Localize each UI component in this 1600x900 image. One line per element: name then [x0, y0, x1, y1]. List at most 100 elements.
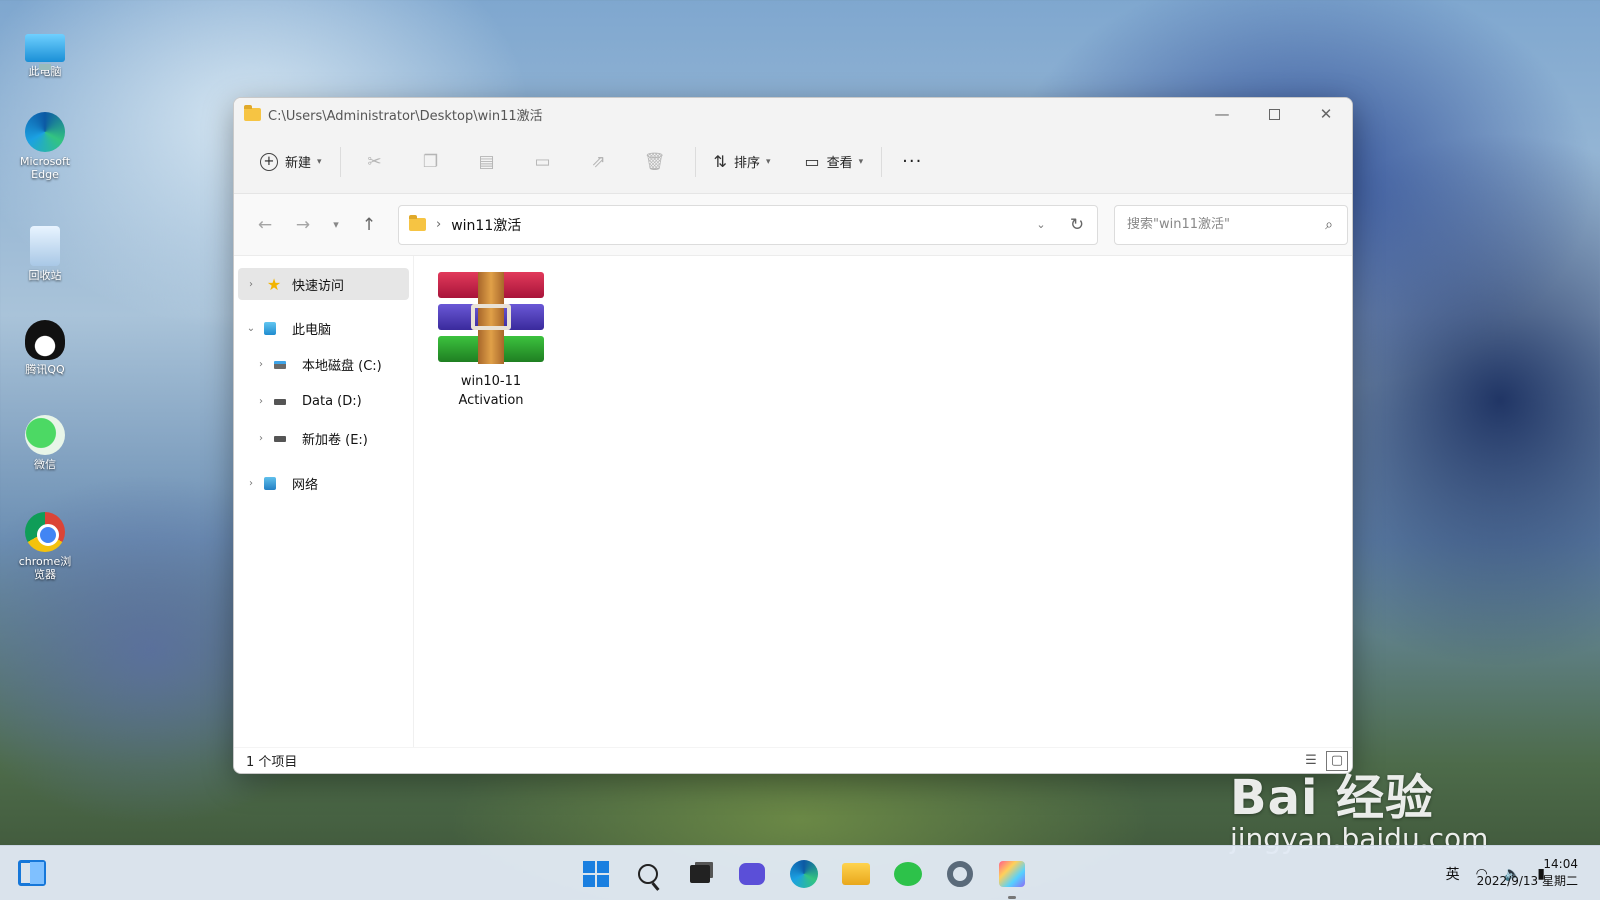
desktop-icon-label: 回收站: [28, 269, 62, 282]
minimize-button[interactable]: —: [1196, 98, 1248, 130]
status-bar: 1 个项目 ☰ ▢: [234, 747, 1352, 773]
file-item[interactable]: win10-11 Activation: [432, 272, 550, 410]
sidebar-item-label: 此电脑: [292, 322, 332, 338]
sidebar-item-drive-d[interactable]: › Data (D:): [238, 385, 409, 418]
plus-icon: +: [260, 152, 278, 171]
clock[interactable]: 14:04 2022/9/13 星期二: [1477, 856, 1578, 890]
file-explorer-icon: [842, 863, 870, 885]
computer-icon: [264, 321, 276, 335]
window-title: C:\Users\Administrator\Desktop\win11激活: [268, 108, 543, 124]
sidebar-item-network[interactable]: › 网络: [238, 467, 409, 499]
desktop-icon-wechat[interactable]: 微信: [14, 415, 76, 471]
divider: [881, 146, 883, 177]
desktop-icon-label: chrome浏览器: [18, 555, 72, 581]
file-name-line-1: win10-11: [460, 374, 522, 389]
close-button[interactable]: ✕: [1300, 98, 1352, 130]
desktop-icon-label: 微信: [34, 458, 56, 471]
taskbar-edge-button[interactable]: [783, 853, 825, 895]
start-button[interactable]: [575, 853, 617, 895]
desktop-icon-this-pc[interactable]: 此电脑: [14, 28, 76, 78]
chevron-right-icon[interactable]: ›: [248, 359, 274, 370]
star-icon: ★: [266, 274, 282, 294]
delete-button[interactable]: 🗑: [633, 145, 677, 179]
taskbar-wechat-button[interactable]: [887, 853, 929, 895]
address-dropdown-button[interactable]: ⌄: [1025, 218, 1057, 231]
sidebar-item-label: Data (D:): [302, 394, 362, 409]
file-name-line-2: Activation: [458, 393, 524, 408]
address-bar[interactable]: › win11激活 ⌄ ↻: [398, 204, 1098, 245]
chevron-right-icon[interactable]: ›: [238, 478, 264, 489]
folder-icon: [409, 215, 426, 231]
share-icon: ⇗: [591, 151, 606, 172]
new-button[interactable]: + 新建 ▾: [254, 145, 328, 179]
file-list[interactable]: win10-11 Activation: [414, 256, 1352, 747]
sort-icon: ⇅: [713, 152, 727, 171]
desktop-icon-label: 腾讯QQ: [25, 363, 65, 376]
navigation-bar: ← → ▾ ↑ › win11激活 ⌄ ↻ ⌕: [234, 194, 1352, 256]
wechat-icon: [894, 862, 922, 886]
up-button[interactable]: ↑: [350, 209, 388, 241]
taskbar-apps: [575, 853, 1043, 899]
chevron-right-icon[interactable]: ›: [238, 279, 264, 290]
breadcrumb-separator-icon: ›: [436, 217, 442, 232]
search-input[interactable]: [1127, 217, 1311, 232]
chevron-right-icon[interactable]: ›: [248, 396, 274, 407]
arrow-up-icon: ↑: [361, 214, 377, 235]
sidebar-item-label: 快速访问: [292, 278, 345, 294]
sidebar-item-quick-access[interactable]: › ★ 快速访问: [238, 268, 409, 300]
desktop-icon-chrome[interactable]: chrome浏览器: [14, 512, 76, 581]
taskbar-explorer-button[interactable]: [835, 853, 877, 895]
clock-date: 2022/9/13 星期二: [1476, 874, 1578, 888]
sidebar-item-label: 新加卷 (E:): [302, 433, 368, 448]
item-count: 1 个项目: [246, 755, 298, 770]
desktop-icon-recycle-bin[interactable]: 回收站: [14, 226, 76, 282]
ime-indicator[interactable]: 英: [1446, 864, 1460, 884]
back-button[interactable]: ←: [246, 209, 284, 241]
paste-button[interactable]: ▤: [465, 145, 509, 179]
search-icon[interactable]: ⌕: [1311, 217, 1347, 233]
chevron-down-icon: ▾: [858, 156, 864, 167]
maximize-button[interactable]: [1248, 98, 1300, 130]
this-pc-icon: [25, 34, 65, 70]
taskbar-search-button[interactable]: [627, 853, 669, 895]
chevron-right-icon[interactable]: ›: [248, 433, 274, 444]
folder-icon: [244, 104, 261, 121]
chevron-down-icon[interactable]: ⌄: [238, 323, 264, 334]
recent-locations-button[interactable]: ▾: [322, 209, 350, 241]
view-label: 查看: [826, 156, 853, 171]
share-button[interactable]: ⇗: [577, 145, 621, 179]
desktop-icon-qq[interactable]: 腾讯QQ: [14, 320, 76, 376]
taskbar-settings-button[interactable]: [939, 853, 981, 895]
watermark-logo: Bai 经验: [1230, 770, 1435, 826]
title-bar[interactable]: C:\Users\Administrator\Desktop\win11激活 —…: [234, 98, 1352, 130]
chat-button[interactable]: [731, 853, 773, 895]
gear-icon: [947, 861, 973, 887]
divider: [339, 146, 341, 177]
navigation-pane: › ★ 快速访问 ⌄ 此电脑 › 本地磁盘 (C:) › Data (D:) ›: [234, 256, 414, 747]
sidebar-item-drive-e[interactable]: › 新加卷 (E:): [238, 422, 409, 455]
widgets-button[interactable]: [18, 860, 46, 886]
chrome-icon: [25, 512, 65, 552]
system-drive-icon: [274, 360, 286, 369]
sort-button[interactable]: ⇅ 排序 ▾: [708, 145, 777, 179]
task-view-button[interactable]: [679, 853, 721, 895]
refresh-button[interactable]: ↻: [1057, 215, 1097, 235]
desktop-icon-edge[interactable]: Microsoft Edge: [14, 112, 76, 181]
breadcrumb-current-folder[interactable]: win11激活: [451, 215, 1025, 235]
taskbar-paint-button[interactable]: [991, 853, 1033, 899]
arrow-right-icon: →: [295, 214, 311, 235]
more-options-button[interactable]: ···: [894, 145, 930, 179]
sidebar-item-this-pc[interactable]: ⌄ 此电脑: [238, 312, 409, 344]
desktop-icon-label: Microsoft Edge: [19, 155, 71, 181]
copy-button[interactable]: ❐: [409, 145, 453, 179]
search-box[interactable]: ⌕: [1114, 204, 1348, 245]
view-button[interactable]: ▭ 查看 ▾: [799, 145, 870, 179]
clock-time: 14:04: [1543, 857, 1578, 871]
baidu-watermark: Bai 经验 jingyan.baidu.com: [1230, 758, 1488, 855]
sidebar-item-drive-c[interactable]: › 本地磁盘 (C:): [238, 348, 409, 381]
rename-button[interactable]: ▭: [521, 145, 565, 179]
forward-button[interactable]: →: [284, 209, 322, 241]
teams-chat-icon: [739, 863, 765, 885]
cut-button[interactable]: ✂: [353, 145, 397, 179]
recycle-bin-icon: [30, 226, 60, 266]
